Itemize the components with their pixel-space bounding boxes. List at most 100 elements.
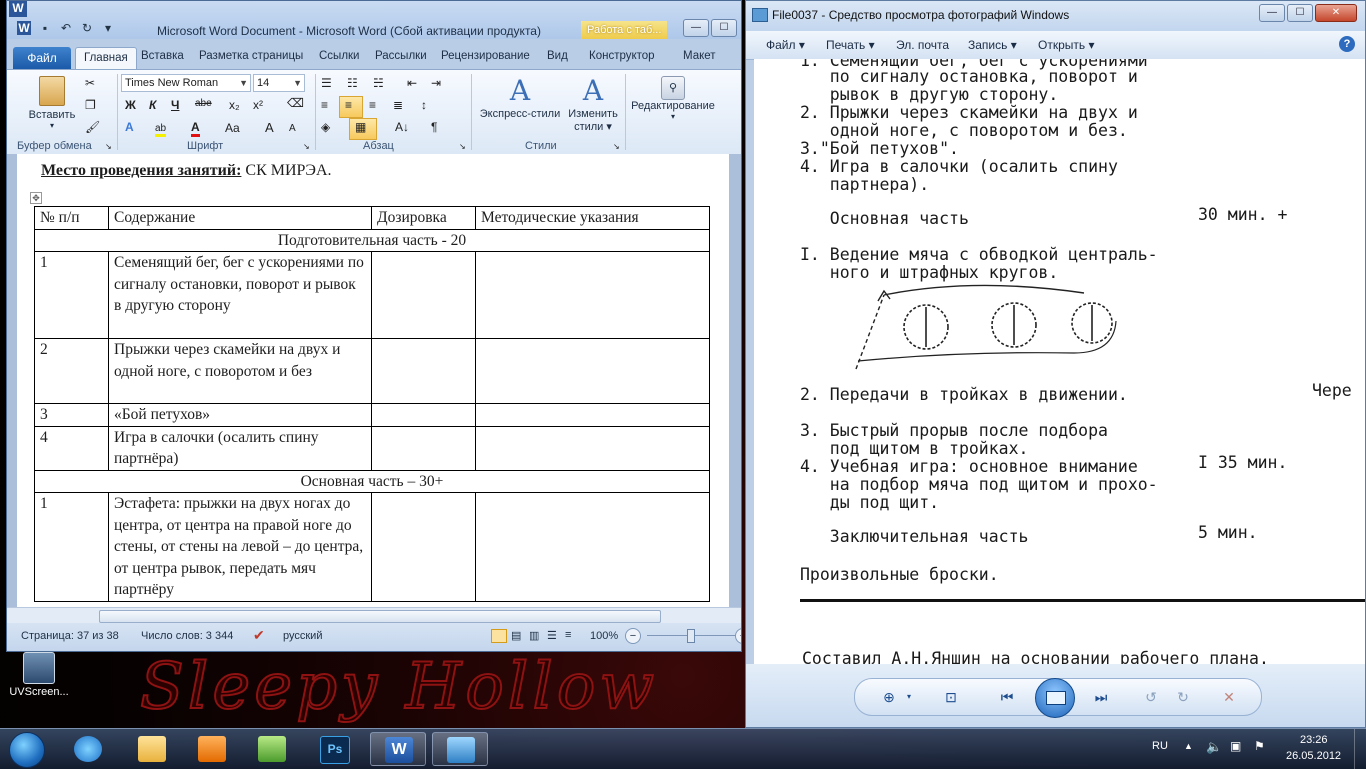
clock-date[interactable]: 26.05.2012 [1286, 750, 1341, 762]
volume-icon[interactable]: 🔈 [1206, 739, 1222, 755]
taskbar-app[interactable] [244, 732, 300, 766]
language-status[interactable]: русский [283, 630, 322, 642]
cell-content[interactable]: Семенящий бег, бег с ускорениями по сигн… [108, 251, 372, 339]
decrease-indent-icon[interactable]: ⇤ [407, 76, 417, 90]
superscript-button[interactable]: x² [253, 98, 263, 112]
styles-launcher-icon[interactable]: ↘ [613, 142, 620, 151]
zoom-out-button[interactable]: − [625, 628, 641, 644]
cell-notes[interactable] [475, 492, 710, 602]
cell-number[interactable]: 1 [34, 251, 109, 339]
header-cell[interactable]: Методические указания [475, 206, 710, 230]
delete-icon[interactable]: ✕ [1219, 687, 1239, 707]
tab-page-layout[interactable]: Разметка страницы [199, 50, 303, 62]
cell-number[interactable]: 3 [34, 403, 109, 427]
maximize-icon[interactable]: ☐ [711, 19, 737, 37]
tab-view[interactable]: Вид [547, 50, 568, 62]
word-count[interactable]: Число слов: 3 344 [141, 630, 233, 642]
minimize-icon[interactable]: — [1259, 4, 1285, 22]
close-icon[interactable]: ✕ [1315, 4, 1357, 22]
section-title[interactable]: Подготовительная часть - 20 [34, 228, 710, 252]
reading-view-icon[interactable]: ▤ [511, 629, 521, 642]
cell-notes[interactable] [475, 251, 710, 339]
tab-insert[interactable]: Вставка [141, 50, 184, 62]
tab-references[interactable]: Ссылки [319, 50, 360, 62]
tab-review[interactable]: Рецензирование [441, 50, 530, 62]
text-effects-icon[interactable]: A [125, 120, 134, 134]
help-icon[interactable]: ? [1339, 36, 1355, 52]
show-hidden-icons[interactable]: ▲ [1184, 741, 1193, 751]
strikethrough-button[interactable]: abe [195, 98, 212, 109]
paragraph-launcher-icon[interactable]: ↘ [459, 142, 466, 151]
change-case-button[interactable]: Aa [225, 121, 240, 135]
copy-icon[interactable]: ❐ [85, 98, 96, 112]
subscript-button[interactable]: x₂ [229, 98, 240, 112]
taskbar-ie[interactable] [60, 732, 116, 766]
menu-open[interactable]: Открыть ▾ [1038, 38, 1095, 52]
tab-home[interactable]: Главная [75, 47, 137, 69]
cell-dosage[interactable] [371, 403, 476, 427]
header-cell[interactable]: Содержание [108, 206, 372, 230]
page-count[interactable]: Страница: 37 из 38 [21, 630, 119, 642]
next-icon[interactable]: ⏭ [1091, 687, 1111, 707]
editing-button[interactable]: ⚲ Редактирование ▾ [627, 76, 719, 121]
minimize-icon[interactable]: — [683, 19, 709, 37]
scrollbar-thumb[interactable] [99, 610, 661, 623]
proofing-icon[interactable]: ✔ [253, 627, 265, 644]
outline-view-icon[interactable]: ☰ [547, 629, 557, 642]
italic-button[interactable]: К [149, 98, 156, 112]
clear-format-icon[interactable]: ⌫ [287, 96, 304, 110]
change-styles-button[interactable]: A Изменить стили ▾ [563, 74, 623, 133]
bold-button[interactable]: Ж [125, 98, 136, 112]
tab-design[interactable]: Конструктор [589, 50, 655, 62]
clipboard-launcher-icon[interactable]: ↘ [105, 142, 112, 151]
cell-dosage[interactable] [371, 425, 476, 471]
header-cell[interactable]: Дозировка [371, 206, 476, 230]
shrink-font-button[interactable]: A [289, 123, 296, 134]
multilevel-list-icon[interactable]: ☵ [373, 76, 384, 90]
actual-size-icon[interactable]: ⊡ [941, 687, 961, 707]
tab-table-layout[interactable]: Макет [683, 50, 716, 62]
maximize-icon[interactable]: ☐ [1287, 4, 1313, 22]
zoom-level[interactable]: 100% [590, 630, 618, 642]
taskbar-photoshop[interactable]: Ps [306, 732, 362, 766]
print-layout-icon[interactable] [491, 629, 507, 643]
increase-indent-icon[interactable]: ⇥ [431, 76, 441, 90]
cell-number[interactable]: 1 [34, 492, 109, 602]
font-size-combo[interactable]: 14 ▼ [253, 74, 305, 92]
word-logo-icon[interactable]: W [17, 21, 31, 35]
language-indicator[interactable]: RU [1152, 740, 1168, 752]
start-button[interactable] [2, 730, 52, 768]
shading-icon[interactable]: ◈ [321, 120, 330, 134]
zoom-in-button[interactable]: + [735, 628, 741, 644]
draft-view-icon[interactable]: ≡ [565, 629, 571, 641]
rotate-right-icon[interactable]: ↻ [1173, 687, 1193, 707]
cell-notes[interactable] [475, 403, 710, 427]
cell-content[interactable]: «Бой петухов» [108, 403, 372, 427]
highlight-icon[interactable]: ab [155, 120, 167, 137]
grow-font-button[interactable]: A [265, 120, 274, 135]
cell-number[interactable]: 4 [34, 425, 109, 471]
zoom-slider-thumb[interactable] [687, 629, 695, 643]
cell-content[interactable]: Прыжки через скамейки на двух и одной но… [108, 338, 372, 404]
menu-file[interactable]: Файл ▾ [766, 38, 805, 52]
align-left-icon[interactable]: ≡ [321, 98, 328, 112]
cell-dosage[interactable] [371, 492, 476, 602]
taskbar-word[interactable]: W [370, 732, 426, 766]
customize-qat-icon[interactable]: ▾ [101, 21, 115, 35]
tab-mailings[interactable]: Рассылки [375, 50, 427, 62]
redo-icon[interactable]: ↻ [80, 21, 94, 35]
font-name-combo[interactable]: Times New Roman ▼ [121, 74, 251, 92]
previous-icon[interactable]: ⏮ [997, 687, 1017, 707]
font-launcher-icon[interactable]: ↘ [303, 142, 310, 151]
cell-content[interactable]: Игра в салочки (осалить спину партнёра) [108, 425, 372, 471]
save-icon[interactable]: ▪ [38, 21, 52, 35]
taskbar-explorer[interactable] [124, 732, 180, 766]
cell-notes[interactable] [475, 338, 710, 404]
section-title[interactable]: Основная часть – 30+ [34, 469, 710, 493]
menu-print[interactable]: Печать ▾ [826, 38, 875, 52]
chevron-down-icon[interactable]: ▾ [899, 687, 919, 707]
cell-dosage[interactable] [371, 338, 476, 404]
table-move-handle-icon[interactable]: ✥ [30, 192, 42, 204]
align-right-icon[interactable]: ≡ [369, 98, 376, 112]
slideshow-button[interactable] [1035, 678, 1075, 718]
